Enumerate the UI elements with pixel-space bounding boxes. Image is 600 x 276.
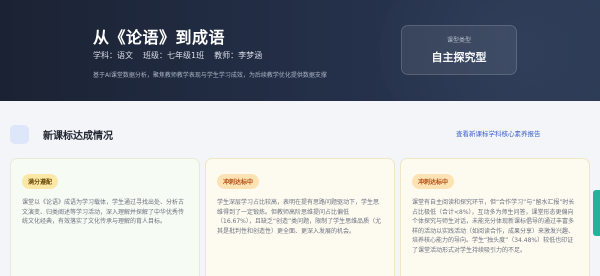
lesson-meta: 学科：语文 班级：七年级1班 教师：李梦涵 — [93, 50, 262, 61]
card-text: 学生深层学习占比较高，表明在提有思路问题驱动下，学生思维得到了一定锻炼。但教师高… — [217, 199, 382, 235]
meta-grade: 班级：七年级1班 — [143, 51, 205, 60]
lesson-type-value: 自主探究型 — [431, 51, 487, 64]
status-badge: 满分遵配 — [22, 174, 59, 189]
card-text: 课堂有自主阅读和探究环节，但“合作学习”与“留水汇报”时长占比极低（合计<8%）… — [412, 199, 575, 254]
status-badge: 冲刺达标中 — [412, 174, 455, 189]
lesson-description: 基于AI课堂数据分析，聚焦教师教学表现与学生学习成效，为后续教学优化提供数据支撑 — [93, 72, 327, 79]
standard-card: 满分遵配 课堂以《论语》成语为学习载体，学生通过寻找出处、分析古文演变、归类阐述… — [10, 158, 200, 276]
standard-card: 冲刺达标中 学生深层学习占比较高，表明在提有思路问题驱动下，学生思维得到了一定锻… — [205, 158, 395, 276]
core-literacy-report-link[interactable]: 查看新课标学科核心素养报告 — [456, 128, 541, 138]
standards-section-header: 新课标达成情况 查看新课标学科核心素养报告 — [0, 101, 600, 145]
status-badge: 冲刺达标中 — [217, 174, 260, 189]
standard-card: 冲刺达标中 课堂有自主阅读和探究环节，但“合作学习”与“留水汇报”时长占比极低（… — [400, 158, 590, 276]
section-title: 新课标达成情况 — [43, 131, 113, 142]
meta-teacher: 教师：李梦涵 — [214, 51, 263, 60]
meta-subject: 学科：语文 — [93, 51, 133, 60]
lesson-header: 从《论语》到成语 学科：语文 班级：七年级1班 教师：李梦涵 基于AI课堂数据分… — [0, 0, 600, 101]
floating-side-tab[interactable] — [593, 190, 600, 236]
card-text: 课堂以《论语》成语为学习载体，学生通过寻找出处、分析古文演变、归类阐述等学习活动… — [22, 199, 185, 226]
lesson-type-label: 课型类型 — [446, 37, 471, 44]
section-icon — [10, 125, 29, 144]
lesson-title: 从《论语》到成语 — [93, 28, 226, 47]
lesson-type-box: 课型类型 自主探究型 — [401, 25, 517, 75]
